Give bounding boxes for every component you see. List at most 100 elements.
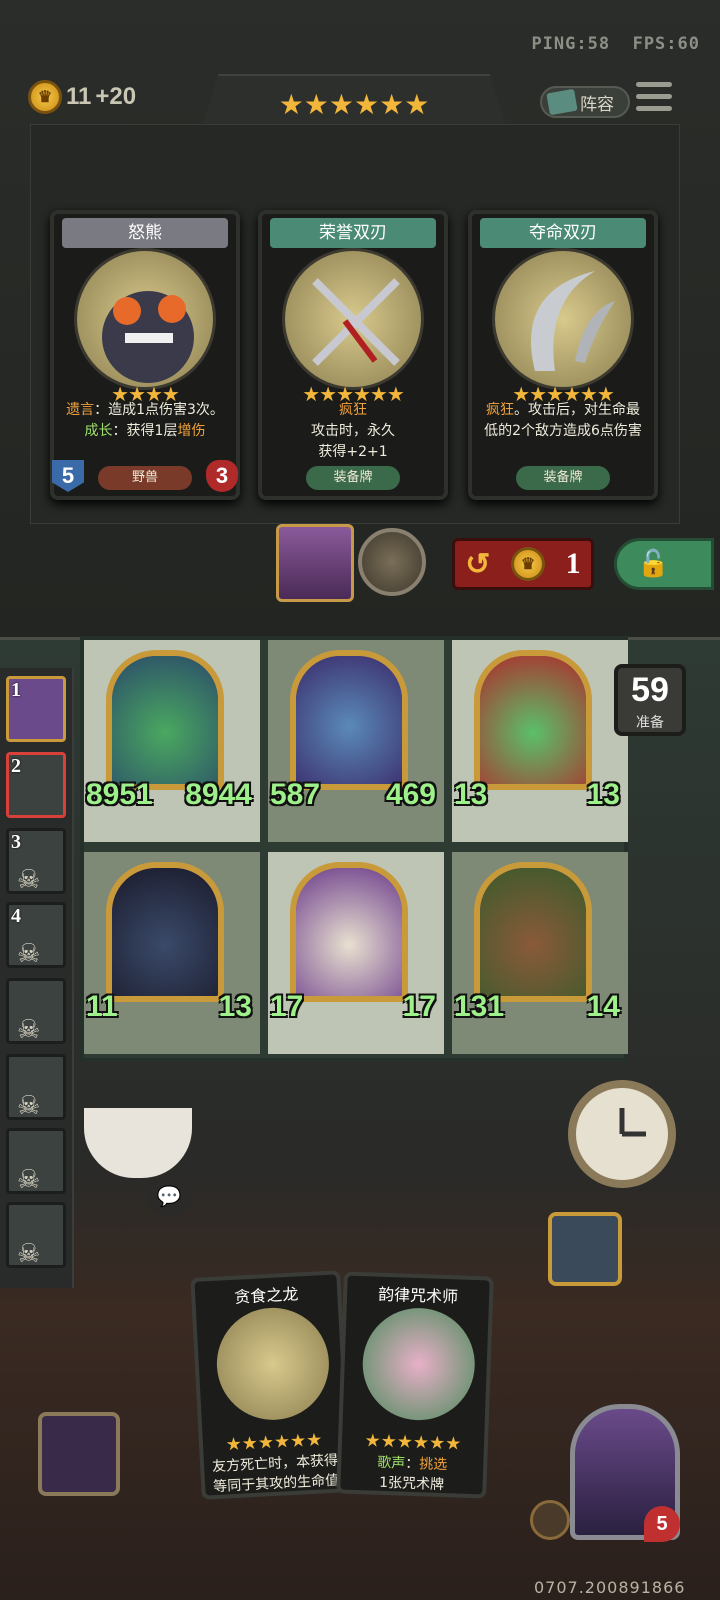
unit-attack: 13 [454,778,488,811]
rhythm-sorceress-art [360,1306,477,1423]
skull-icon: ☠ [17,1239,41,1269]
treasure-chest-icon[interactable] [548,1212,622,1286]
hand-card-2[interactable]: 韵律咒术师 ★★★★★★ 歌声：挑选 1张咒术牌 [336,1271,494,1499]
unit-health: 14 [586,990,620,1023]
lock-shop-button[interactable]: 🔓 [614,538,714,590]
padlock-icon: 🔓 [637,549,670,579]
card-title: 怒熊 [62,218,228,248]
bear-portrait [74,248,216,390]
unit-attack: 131 [454,990,505,1023]
timer-value: 59 [631,671,669,709]
battle-grid: 8951 8944 587 469 13 13 11 13 17 17 131 14 [80,636,628,1062]
card-title: 贪食之龙 [233,1284,299,1307]
network-stats: PING:58 FPS:60 [531,34,700,54]
spell-crystal-icon[interactable] [38,1412,120,1496]
card-type-tag: 装备牌 [516,466,610,490]
chat-icon[interactable]: 💬 [146,1176,192,1216]
card-type-tag: 装备牌 [306,466,400,490]
player-rank: 2 [11,755,21,777]
hand-card-1[interactable]: 贪食之龙 ★★★★★★ 友方死亡时，本获得等同于其攻的生命值 [190,1270,352,1500]
skull-icon: ☠ [17,1091,41,1121]
player-rank: 1 [11,679,21,701]
card-title: 荣誉双刃 [270,218,436,248]
card-title: 夺命双刃 [480,218,646,248]
grid-cell[interactable]: 8951 8944 [84,640,260,842]
player-slot-7[interactable]: ☠ [6,1128,66,1195]
skull-icon: ☠ [17,1165,41,1195]
gold-amount: 11 [66,83,92,110]
card-description: 疯狂 攻击时，永久 获得+2+1 [311,402,395,460]
shop-card-2[interactable]: 荣誉双刃 ★★★★★★ 疯狂 攻击时，永久 获得+2+1 装备牌 [258,210,448,500]
player-slot-6[interactable]: ☠ [6,1054,66,1121]
attack-badge: 5 [52,460,84,492]
player-slot-5[interactable]: ☠ [6,978,66,1045]
player-roster: 1 2 3 ☠ 4 ☠ ☠ ☠ ☠ ☠ [0,668,74,1288]
shop-card-3[interactable]: 夺命双刃 ★★★★★★ 疯狂。攻击后，对生命最低的2个敌方造成6点伤害 装备牌 [468,210,658,500]
player-slot-8[interactable]: ☠ [6,1202,66,1269]
card-description: 疯狂。攻击后，对生命最低的2个敌方造成6点伤害 [484,402,642,439]
lineup-button[interactable]: 阵容 [540,86,630,118]
unit-health: 8944 [185,778,252,811]
player-slot-2[interactable]: 2 [6,752,66,818]
pocket-watch-icon [568,1080,676,1188]
player-slot-4[interactable]: 4 ☠ [6,902,66,969]
unit-frog-apple[interactable] [474,650,592,790]
refresh-cost: 1 [565,547,581,580]
grid-cell[interactable]: 131 14 [452,852,628,1054]
refresh-icon: ↺ [465,547,491,581]
ping-readout: PING:58 [531,34,611,54]
skull-icon: ☠ [17,939,41,969]
skull-icon: ☠ [17,865,41,895]
lineup-label: 阵容 [580,94,614,115]
hero-power-icon[interactable] [358,528,426,596]
gold-display: ♛ 11 +20 [28,80,136,114]
tier-stars: ★★★★★★ [278,88,430,121]
card-description: 歌声：挑选 1张咒术牌 [376,1454,448,1494]
refresh-shop-button[interactable]: ↺ ♛ 1 [452,538,594,590]
twin-scythes-art [492,248,634,390]
unit-dragon-blue[interactable] [290,650,408,790]
unit-health: 13 [218,990,252,1023]
menu-icon [636,82,672,87]
unit-health: 17 [402,990,436,1023]
unit-health: 13 [586,778,620,811]
unit-attack: 8951 [86,778,153,811]
player-rank: 4 [11,905,21,927]
build-id: 0707.200891866 [534,1578,686,1597]
player-slot-1[interactable]: 1 [6,676,66,742]
card-description: 遗言：造成1点伤害3次。成长：获得1层增伤 [66,402,224,439]
tavern-tier-bar: ★★★★★★ [200,74,508,130]
fps-readout: FPS:60 [632,34,700,54]
health-badge: 3 [206,460,238,492]
grid-cell[interactable]: 587 469 [268,640,444,842]
unit-wolf-hunter[interactable] [474,862,592,1002]
twin-swords-art [282,248,424,390]
crown-coin-icon: ♛ [28,80,62,114]
grid-cell[interactable]: 17 17 [268,852,444,1054]
gold-income: +20 [95,83,137,110]
menu-button[interactable] [636,82,672,120]
unit-dragon-green[interactable] [106,650,224,790]
crown-coin-icon: ♛ [511,547,546,581]
unit-attack: 11 [86,990,118,1023]
unit-health: 469 [385,778,436,811]
relic-icon[interactable] [276,524,354,602]
emote-button[interactable] [530,1500,570,1540]
skull-icon: ☠ [17,1015,41,1045]
grid-cell[interactable]: 13 13 [452,640,628,842]
unit-dragon-dark[interactable] [106,862,224,1002]
card-tribe-tag: 野兽 [98,466,192,490]
card-title: 韵律咒术师 [377,1284,459,1307]
prep-timer: 59 准备 [614,664,686,736]
shop-card-1[interactable]: 怒熊 ★★★★ 遗言：造成1点伤害3次。成长：获得1层增伤 野兽 5 3 [50,210,240,500]
unit-attack: 587 [270,778,321,811]
unit-dragon-white[interactable] [290,862,408,1002]
glutton-dragon-art [214,1305,332,1423]
book-icon [546,88,578,116]
unit-attack: 17 [270,990,304,1023]
card-description: 友方死亡时，本获得等同于其攻的生命值 [211,1452,340,1496]
hero-health: 5 [644,1506,680,1542]
player-slot-3[interactable]: 3 ☠ [6,828,66,895]
grid-cell[interactable]: 11 13 [84,852,260,1054]
player-rank: 3 [11,831,21,853]
